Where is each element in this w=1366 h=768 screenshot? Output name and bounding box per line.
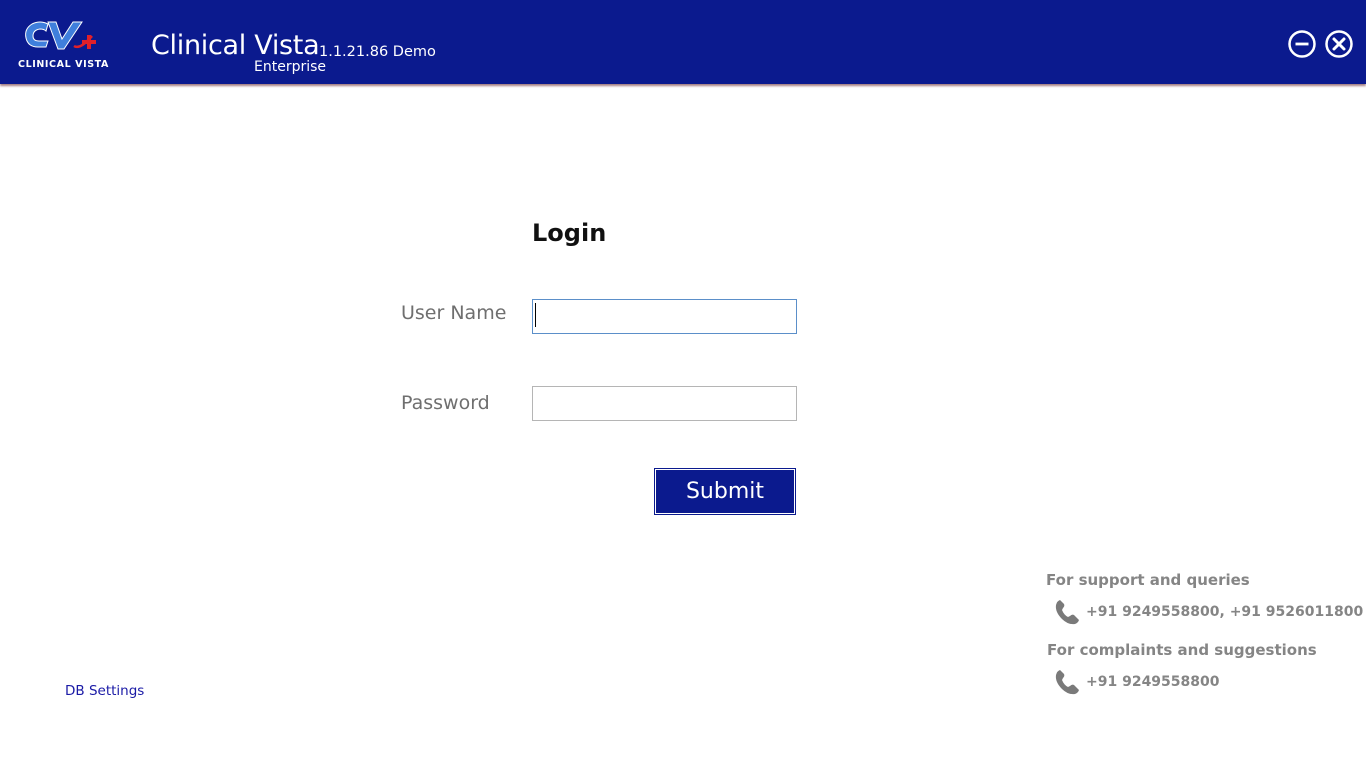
logo-subtitle: CLINICAL VISTA — [18, 59, 109, 70]
complaints-heading: For complaints and suggestions — [1047, 641, 1317, 659]
password-input[interactable] — [532, 386, 797, 421]
minimize-button[interactable] — [1288, 30, 1316, 58]
complaints-phone-number: +91 9249558800 — [1086, 674, 1220, 690]
phone-icon — [1055, 670, 1079, 695]
app-version: 1.1.21.86 Demo — [319, 44, 436, 60]
password-label: Password — [401, 392, 490, 414]
username-input[interactable] — [532, 299, 797, 334]
username-label: User Name — [401, 302, 507, 324]
clinical-vista-logo: CLINICAL VISTA — [18, 16, 114, 72]
app-title: Clinical Vista — [151, 30, 320, 61]
db-settings-link[interactable]: DB Settings — [65, 683, 144, 699]
submit-button[interactable]: Submit — [654, 468, 796, 515]
close-button[interactable] — [1325, 30, 1353, 58]
minimize-circle-icon — [1288, 30, 1316, 58]
text-caret — [535, 303, 536, 327]
support-phone-row: +91 9249558800, +91 9526011800 — [1054, 598, 1363, 626]
login-title: Login — [532, 219, 607, 247]
complaints-phone-row: +91 9249558800 — [1054, 668, 1254, 696]
app-header: CLINICAL VISTA Clinical Vista 1.1.21.86 … — [0, 0, 1366, 84]
support-phone-numbers: +91 9249558800, +91 9526011800 — [1086, 604, 1364, 620]
support-heading: For support and queries — [1046, 571, 1250, 589]
app-edition: Enterprise — [254, 59, 327, 75]
close-circle-icon — [1325, 30, 1353, 58]
phone-icon — [1055, 600, 1079, 625]
